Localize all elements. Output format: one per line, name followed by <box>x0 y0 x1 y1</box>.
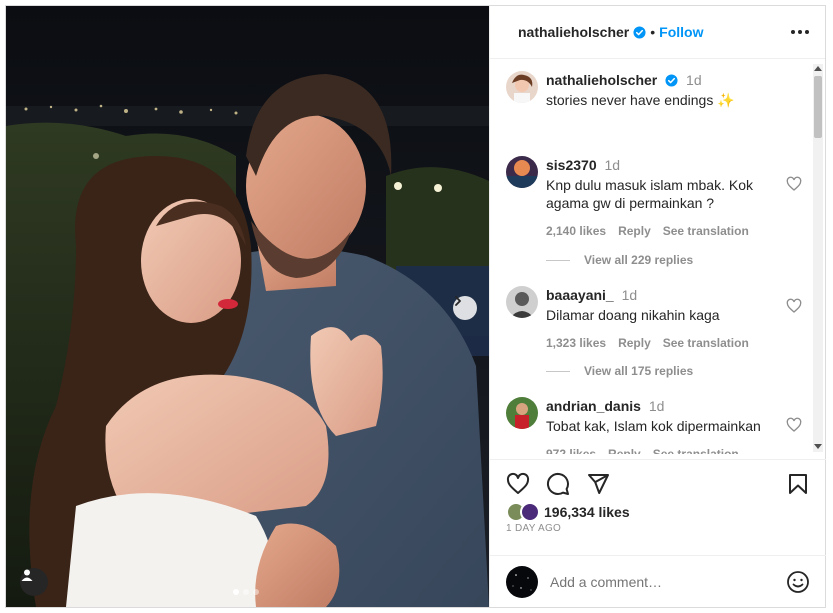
post-dialog: nathalieholscher • Follow nathalieholsch… <box>5 5 826 608</box>
comment-username[interactable]: baaayani_ <box>546 287 614 303</box>
scroll-up-arrow-icon[interactable] <box>814 66 822 71</box>
view-replies-label: View all 175 replies <box>584 364 694 378</box>
verified-badge-icon <box>633 25 646 39</box>
post-header: nathalieholscher • Follow <box>490 6 825 59</box>
comment-text: Knp dulu masuk islam mbak. Kok agama gw … <box>546 177 753 211</box>
follow-button[interactable]: Follow <box>659 24 703 40</box>
comment-time[interactable]: 1d <box>686 72 702 88</box>
comment-time[interactable]: 1d <box>649 398 665 414</box>
see-translation-button[interactable]: See translation <box>663 222 749 240</box>
see-translation-button[interactable]: See translation <box>653 445 739 454</box>
bookmark-icon[interactable] <box>786 472 810 496</box>
scrollbar-thumb[interactable] <box>814 76 822 138</box>
chevron-right-icon <box>455 296 461 306</box>
comment-item: baaayani_ 1d Dilamar doang nikahin kaga … <box>506 286 802 352</box>
liker-avatars <box>506 502 540 522</box>
next-slide-button[interactable] <box>453 296 477 320</box>
comment-time[interactable]: 1d <box>605 157 621 173</box>
carousel-indicator <box>233 589 259 595</box>
carousel-dot <box>243 589 249 595</box>
comments-list[interactable]: nathalieholscher 1d stories never have e… <box>490 59 826 454</box>
post-timestamp[interactable]: 1 DAY AGO <box>506 523 561 534</box>
reply-button[interactable]: Reply <box>618 334 651 352</box>
comments-scrollbar[interactable] <box>813 64 823 452</box>
comment-username[interactable]: sis2370 <box>546 157 597 173</box>
comment-composer <box>490 555 826 607</box>
commenter-avatar-image <box>506 156 538 188</box>
avatar[interactable] <box>506 156 538 188</box>
view-replies-label: View all 229 replies <box>584 253 694 267</box>
post-photo[interactable] <box>6 6 489 607</box>
likes-count[interactable]: 196,334 likes <box>544 504 630 520</box>
view-replies-button[interactable]: View all 229 replies <box>546 253 693 267</box>
photo-illustration <box>6 6 489 607</box>
avatar <box>506 565 538 598</box>
user-tag-icon <box>21 569 33 581</box>
comment-item: andrian_danis 1d Tobat kak, Islam kok di… <box>506 397 802 454</box>
author-avatar-image <box>506 71 538 103</box>
carousel-dot <box>253 589 259 595</box>
reply-button[interactable]: Reply <box>618 222 651 240</box>
comment-meta: 2,140 likes Reply See translation <box>546 222 802 240</box>
comment-likes[interactable]: 972 likes <box>546 445 596 454</box>
replies-line <box>546 259 570 261</box>
avatar[interactable] <box>506 71 538 103</box>
view-replies-button[interactable]: View all 175 replies <box>546 364 693 378</box>
post-side-panel: nathalieholscher • Follow nathalieholsch… <box>489 6 826 607</box>
commenter-avatar-image <box>506 397 538 429</box>
comment-icon[interactable] <box>546 472 570 496</box>
see-translation-button[interactable]: See translation <box>663 334 749 352</box>
comment-likes[interactable]: 1,323 likes <box>546 334 606 352</box>
comment-time[interactable]: 1d <box>622 287 638 303</box>
emoji-icon[interactable] <box>786 570 810 594</box>
reply-button[interactable]: Reply <box>608 445 641 454</box>
heart-icon[interactable] <box>786 417 802 433</box>
user-avatar-image <box>512 573 532 590</box>
comment-text: Tobat kak, Islam kok dipermainkan <box>546 418 761 434</box>
comment-meta: 972 likes Reply See translation <box>546 445 802 454</box>
likes-row: 196,334 likes <box>506 502 630 522</box>
avatar[interactable] <box>506 286 538 318</box>
comment-username[interactable]: nathalieholscher <box>546 72 657 88</box>
verified-badge-icon <box>665 74 678 87</box>
tagged-users-button[interactable] <box>20 568 48 596</box>
scroll-down-arrow-icon[interactable] <box>814 444 822 449</box>
avatar[interactable] <box>506 397 538 429</box>
share-icon[interactable] <box>586 472 610 496</box>
heart-icon[interactable] <box>506 472 530 496</box>
comment-username[interactable]: andrian_danis <box>546 398 641 414</box>
post-caption: nathalieholscher 1d stories never have e… <box>506 71 802 109</box>
caption-text: stories never have endings ✨ <box>546 92 735 108</box>
heart-icon[interactable] <box>786 176 802 192</box>
author-username[interactable]: nathalieholscher <box>518 24 629 40</box>
carousel-dot <box>233 589 239 595</box>
heart-icon[interactable] <box>786 298 802 314</box>
comment-meta: 1,323 likes Reply See translation <box>546 334 802 352</box>
replies-line <box>546 370 570 372</box>
comment-text: Dilamar doang nikahin kaga <box>546 307 720 323</box>
comment-item: sis2370 1d Knp dulu masuk islam mbak. Ko… <box>506 156 802 240</box>
separator-dot: • <box>650 24 656 40</box>
commenter-avatar-image <box>506 286 538 318</box>
comment-likes[interactable]: 2,140 likes <box>546 222 606 240</box>
more-options-icon[interactable] <box>791 30 809 34</box>
add-comment-input[interactable] <box>550 573 760 590</box>
avatar[interactable] <box>520 502 540 522</box>
